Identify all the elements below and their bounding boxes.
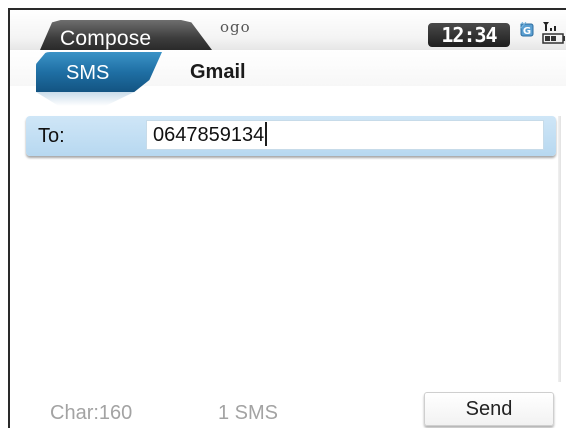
sms-counter: 1 SMS — [218, 402, 279, 424]
svg-text:G: G — [523, 26, 531, 37]
bottom-bar: Char:160 1 SMS Send — [10, 382, 566, 428]
text-caret — [265, 122, 268, 146]
recipient-value: 0647859134 — [153, 124, 265, 146]
message-type-tabs: SMS Gmail — [10, 50, 566, 106]
tab-gmail[interactable]: Gmail — [190, 61, 246, 84]
recipient-row: To: 0647859134 — [26, 116, 556, 156]
message-body-area[interactable] — [26, 160, 556, 382]
page-title: Compose — [60, 27, 152, 50]
battery-icon — [542, 22, 565, 44]
phone-screen: Compose ogo 12:34 G SMS Gmail To: 064785… — [8, 8, 566, 428]
signal-icon: G — [520, 22, 534, 37]
scrollbar[interactable] — [558, 116, 561, 416]
status-clock: 12:34 — [428, 23, 510, 47]
recipient-input[interactable]: 0647859134 — [146, 120, 544, 150]
send-button[interactable]: Send — [424, 392, 554, 426]
tab-sms-label[interactable]: SMS — [66, 62, 109, 85]
character-counter: Char:160 — [50, 402, 133, 424]
recipient-label: To: — [38, 125, 65, 147]
title-bar: Compose ogo 12:34 G — [10, 10, 566, 50]
app-logo: ogo — [220, 18, 251, 36]
